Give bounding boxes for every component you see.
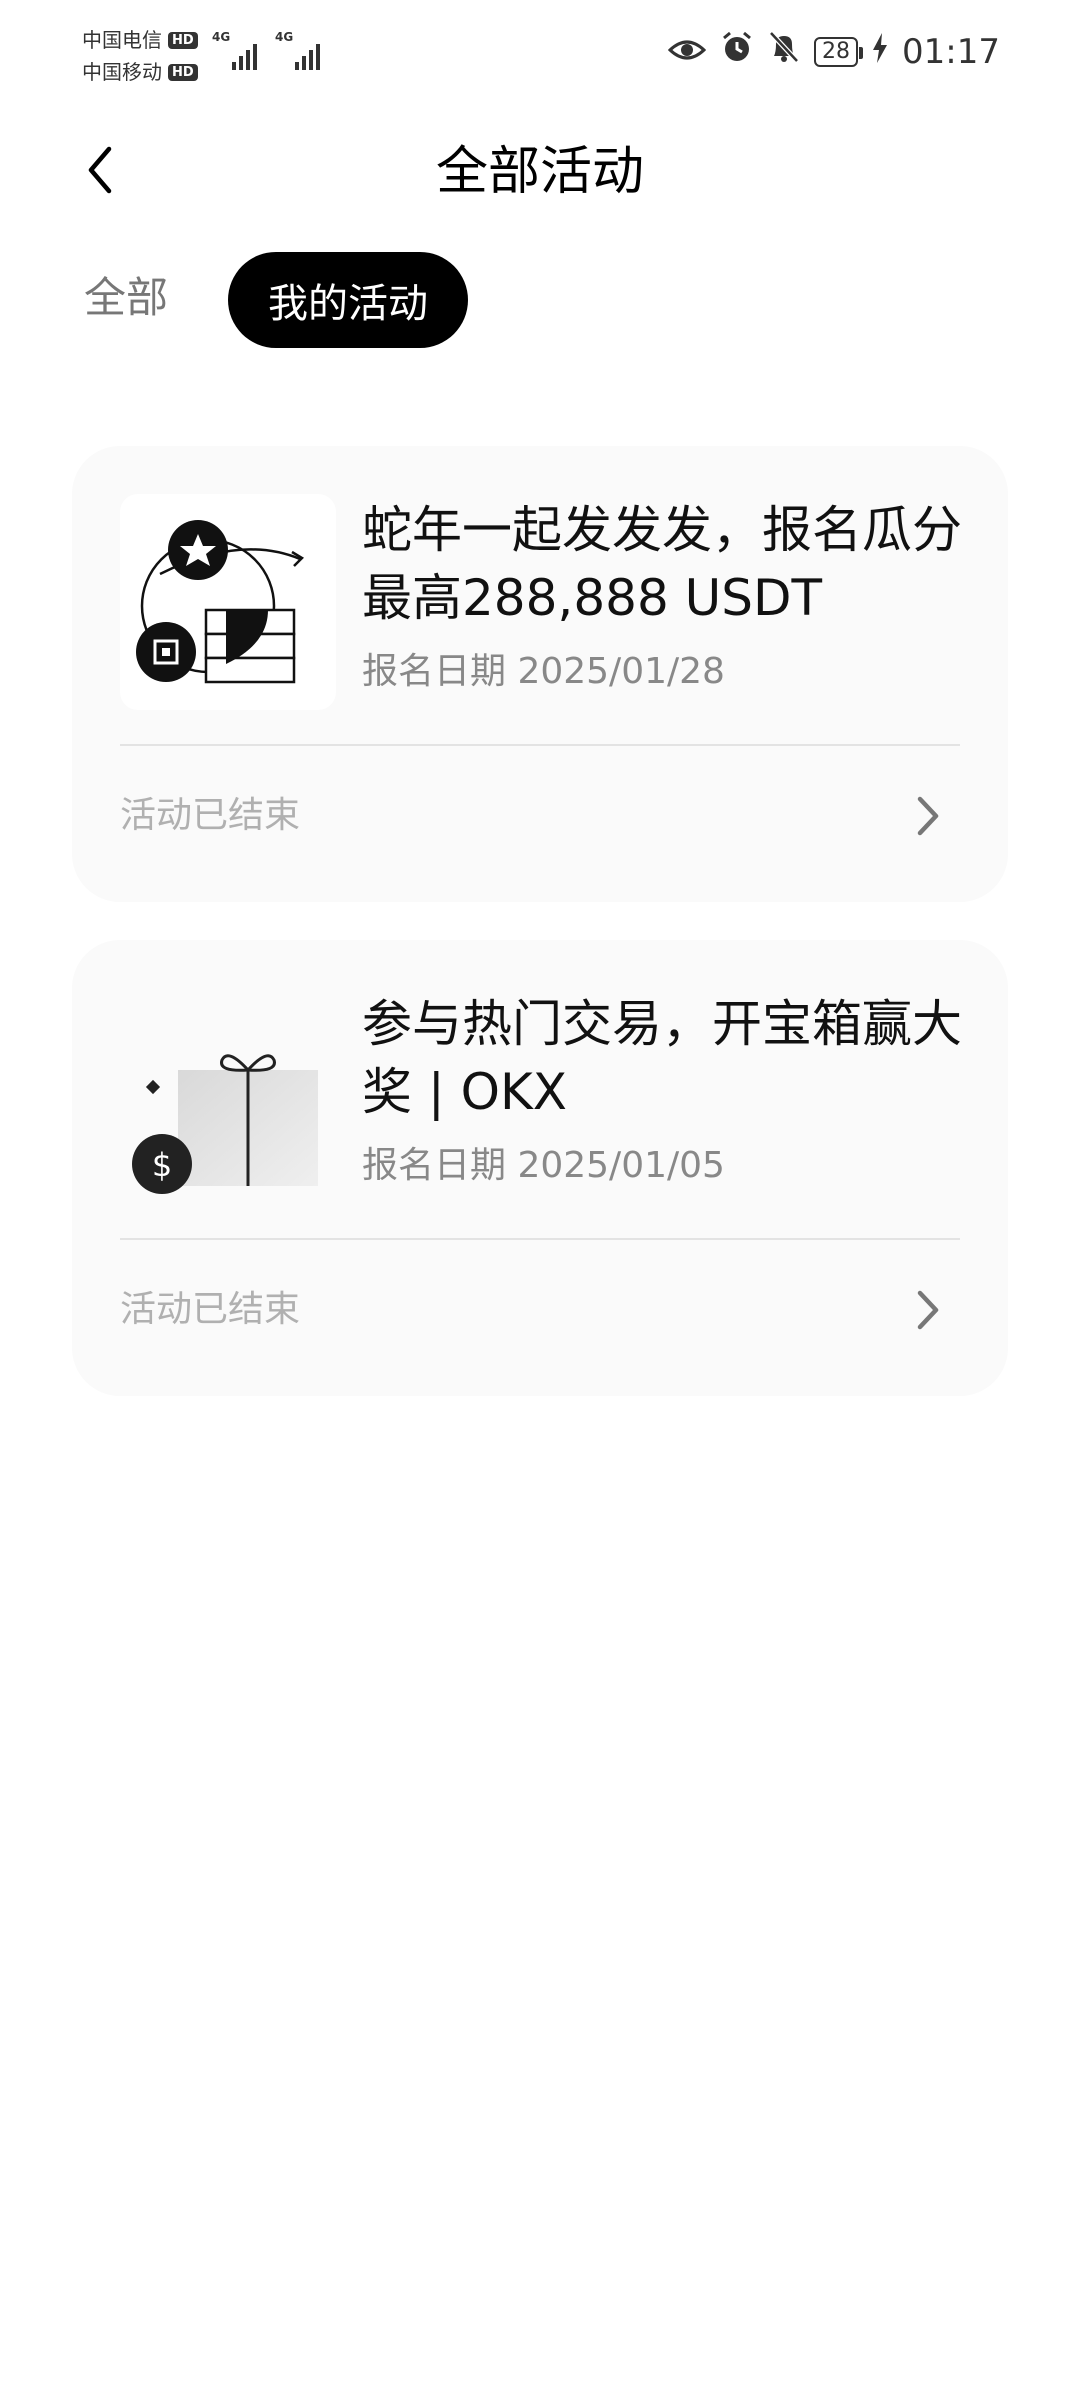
carrier-2: 中国移动 (82, 60, 162, 84)
activity-thumbnail: $ (120, 988, 336, 1204)
activity-title: 蛇年一起发发发，报名瓜分最高288,888 USDT (362, 501, 962, 627)
carrier-info: 中国电信 HD 中国移动 HD (82, 24, 198, 88)
activity-date: 报名日期 2025/01/28 (362, 651, 725, 692)
status-bar: 中国电信 HD 中国移动 HD 4G 4G 28 01:17 (0, 0, 1080, 100)
clock-time: 01:17 (902, 31, 1000, 72)
chevron-right-icon[interactable] (908, 791, 948, 841)
signal-indicators: 4G 4G (212, 30, 320, 70)
battery-icon: 28 (814, 36, 864, 67)
eye-icon (667, 32, 707, 72)
network-type-2: 4G (275, 30, 294, 44)
activity-date: 报名日期 2025/01/05 (362, 1145, 725, 1186)
mute-bell-icon (768, 30, 800, 73)
status-icons: 28 01:17 (667, 30, 1000, 73)
divider (120, 1238, 960, 1240)
tab-all[interactable]: 全部 (84, 268, 168, 328)
activity-card[interactable]: 蛇年一起发发发，报名瓜分最高288,888 USDT 报名日期 2025/01/… (72, 446, 1008, 902)
network-type-1: 4G (212, 30, 231, 44)
hd-badge-1: HD (168, 31, 198, 49)
tab-my-activities[interactable]: 我的活动 (228, 252, 468, 348)
svg-text:$: $ (152, 1146, 172, 1184)
activity-status: 活动已结束 (120, 1289, 301, 1330)
signal-strength-icon: 4G (212, 30, 257, 70)
hd-badge-2: HD (168, 63, 198, 81)
alarm-icon (720, 30, 754, 73)
carrier-1: 中国电信 (82, 28, 162, 52)
star-coins-chart-icon (136, 520, 305, 684)
activity-thumbnail (120, 494, 336, 710)
page-title: 全部活动 (435, 142, 644, 202)
activity-title: 参与热门交易，开宝箱赢大奖 | OKX (362, 995, 962, 1121)
divider (120, 744, 960, 746)
activity-status: 活动已结束 (120, 795, 301, 836)
charging-icon (872, 32, 888, 72)
gift-box-coin-icon: $ (132, 1054, 318, 1194)
chevron-right-icon[interactable] (908, 1285, 948, 1335)
signal-strength-icon: 4G (275, 30, 320, 70)
activity-card[interactable]: $ 参与热门交易，开宝箱赢大奖 | OKX 报名日期 2025/01/05 活动… (72, 940, 1008, 1396)
